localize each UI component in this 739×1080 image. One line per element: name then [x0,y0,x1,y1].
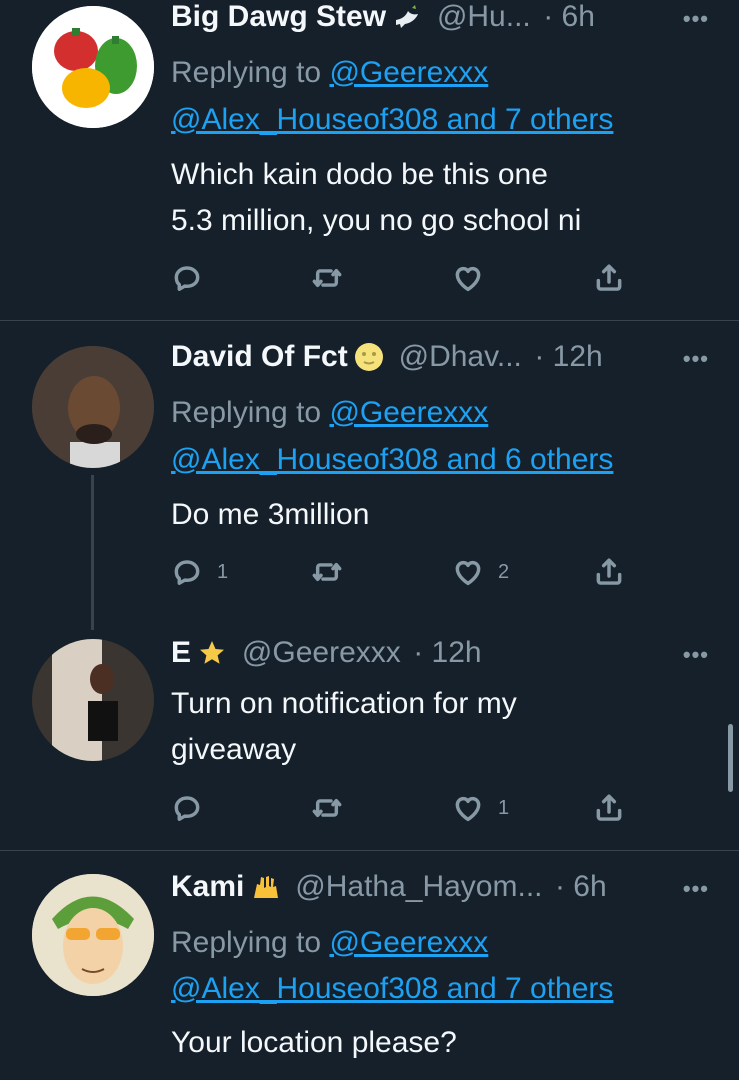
replying-prefix: Replying to [171,56,330,89]
action-bar: 1 2 [171,552,631,592]
reply-button[interactable] [171,788,217,828]
replying-prefix: Replying to [171,926,330,959]
author-name[interactable]: Big Dawg Stew [171,0,386,34]
reply-button[interactable]: 1 [171,552,228,592]
tweet-2[interactable]: David Of Fct @Dhav... · 12h ••• Replying… [0,340,739,620]
reply-icon [171,792,203,824]
avatar-kami[interactable] [32,874,154,996]
tweet-text-line-1: Do me 3million [171,498,370,531]
scrollbar[interactable] [728,724,733,792]
tweet-time[interactable]: · 12h [413,636,481,670]
tweet-text-line-2: 5.3 million, you no go school ni [171,204,582,237]
like-count: 2 [498,560,510,583]
retweet-icon [311,262,343,294]
replying-to-line: Replying to @Geerexxx [171,390,488,436]
tweet-header: E @Geerexxx · 12h ••• [171,636,709,676]
replying-others-link[interactable]: @Alex_Houseof308 and 6 others [171,437,613,483]
tweet-time[interactable]: · 6h [543,0,595,34]
tweet-text-line-2: giveaway [171,733,297,766]
replying-to-link[interactable]: @Geerexxx [329,396,488,429]
like-count: 1 [498,796,510,819]
replying-others-link[interactable]: @Alex_Houseof308 and 7 others [171,966,613,1012]
avatar-peppers[interactable] [32,6,154,128]
tweet-text-line-1: Turn on notification for my [171,687,517,720]
reply-icon [171,556,203,588]
share-button[interactable] [593,552,625,592]
replying-prefix: Replying to [171,396,330,429]
author-name[interactable]: Kami [171,870,244,904]
share-button[interactable] [593,788,625,828]
author-name[interactable]: E [171,636,191,670]
share-icon [593,792,625,824]
raising-hands-emoji-icon [253,876,278,898]
action-bar [171,258,631,298]
tweet-text-line-1: Which kain dodo be this one [171,158,548,191]
share-button[interactable] [593,258,625,298]
retweet-button[interactable] [311,788,357,828]
action-bar: 1 [171,788,631,828]
more-options-icon[interactable]: ••• [683,6,709,32]
tweet-header: David Of Fct @Dhav... · 12h ••• [171,340,709,380]
tweet-header: Big Dawg Stew @Hu... · 6h ••• [171,0,709,40]
tweet-time[interactable]: · 12h [534,340,602,374]
dove-emoji-icon [396,5,419,28]
author-handle[interactable]: @Hu... [437,0,531,34]
retweet-icon [311,792,343,824]
more-options-icon[interactable]: ••• [683,346,709,372]
share-icon [593,262,625,294]
divider [0,850,739,851]
tweet-1[interactable]: Big Dawg Stew @Hu... · 6h ••• Replying t… [0,0,739,320]
heart-icon [452,792,484,824]
like-button[interactable]: 1 [452,788,509,828]
moon-face-emoji-icon [355,343,384,371]
more-options-icon[interactable]: ••• [683,642,709,668]
avatar-e[interactable] [32,639,154,761]
more-options-icon[interactable]: ••• [683,876,709,902]
heart-icon [452,556,484,588]
tweet-text-line-1: Your location please? [171,1026,457,1059]
replying-to-link[interactable]: @Geerexxx [329,926,488,959]
retweet-button[interactable] [311,258,357,298]
like-button[interactable] [452,258,498,298]
avatar-david[interactable] [32,346,154,468]
glowing-star-emoji-icon [200,641,225,664]
thread-connector-line [91,475,94,630]
anime-portrait-image [32,874,154,996]
peppers-image [32,6,154,128]
replying-to-line: Replying to @Geerexxx [171,920,488,966]
reply-count: 1 [217,560,229,583]
portrait-image [32,639,154,761]
retweet-icon [311,556,343,588]
tweet-3[interactable]: E @Geerexxx · 12h ••• Turn on notificati… [0,636,739,848]
tweet-time[interactable]: · 6h [555,870,607,904]
retweet-button[interactable] [311,552,357,592]
author-name[interactable]: David Of Fct [171,340,348,374]
tweet-header: Kami @Hatha_Hayom... · 6h ••• [171,870,709,910]
reply-icon [171,262,203,294]
replying-to-link[interactable]: @Geerexxx [329,56,488,89]
divider [0,320,739,321]
tweet-4[interactable]: Kami @Hatha_Hayom... · 6h ••• Replying t… [0,870,739,1080]
portrait-image [32,346,154,468]
heart-icon [452,262,484,294]
author-handle[interactable]: @Hatha_Hayom... [295,870,542,904]
author-handle[interactable]: @Dhav... [399,340,522,374]
author-handle[interactable]: @Geerexxx [242,636,401,670]
like-button[interactable]: 2 [452,552,509,592]
share-icon [593,556,625,588]
replying-to-line: Replying to @Geerexxx [171,50,488,96]
replying-others-link[interactable]: @Alex_Houseof308 and 7 others [171,97,613,143]
reply-button[interactable] [171,258,217,298]
